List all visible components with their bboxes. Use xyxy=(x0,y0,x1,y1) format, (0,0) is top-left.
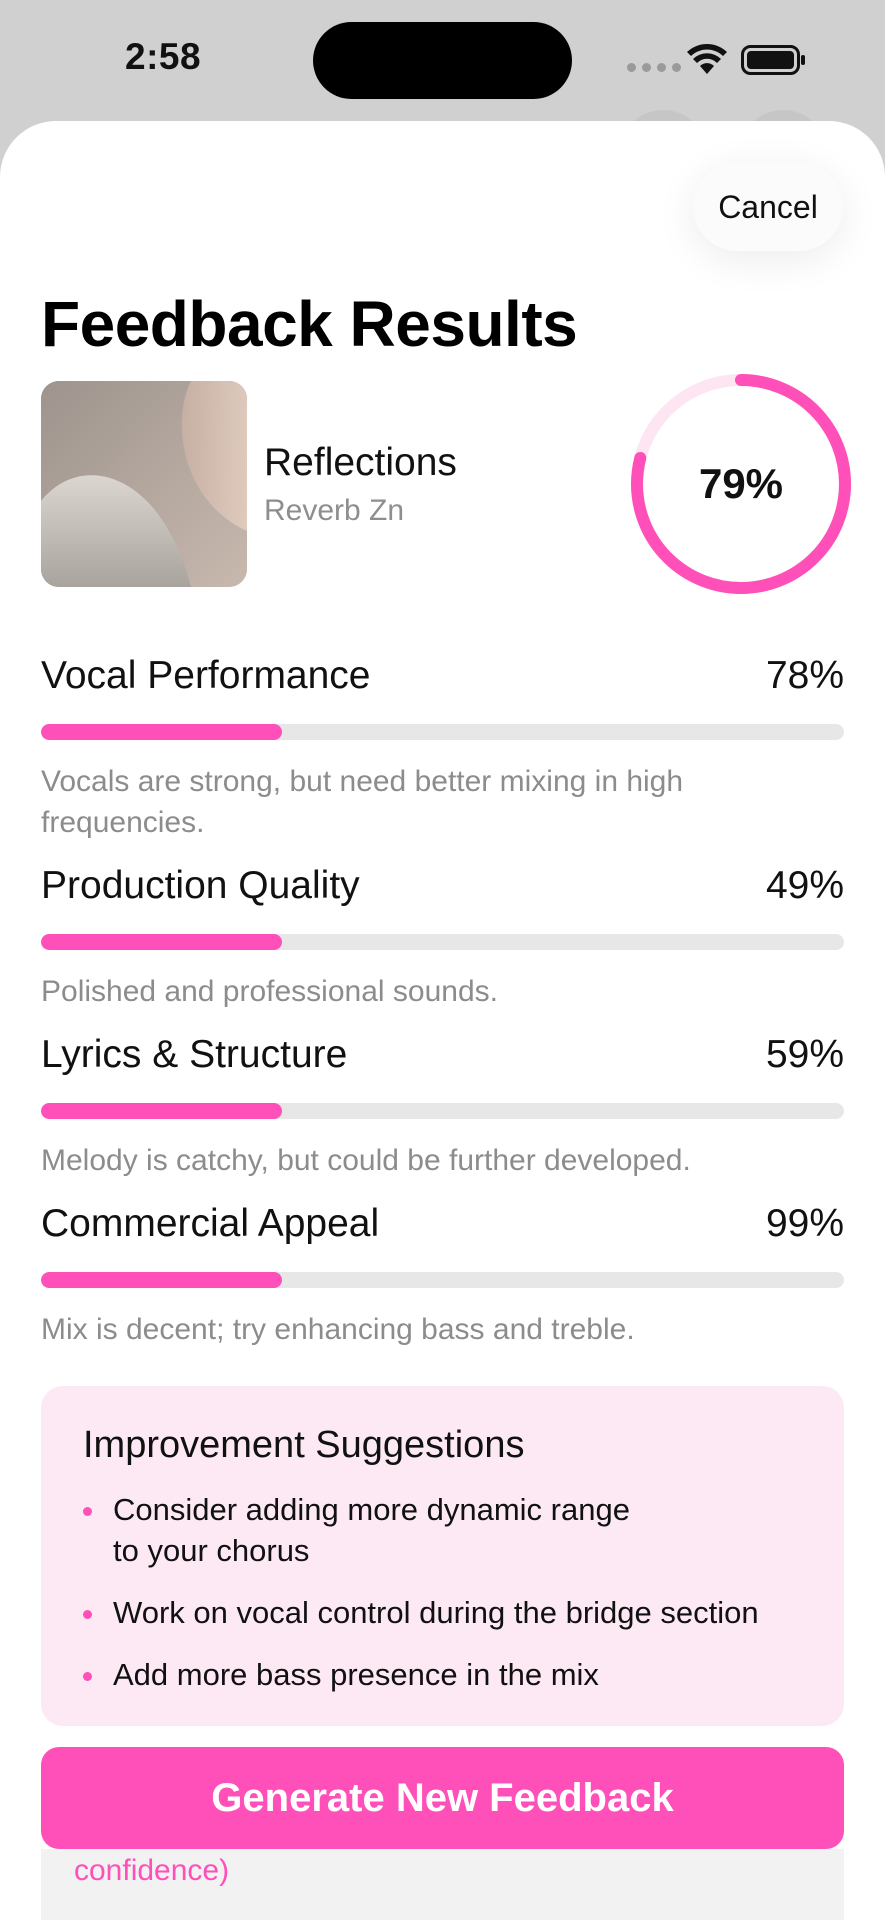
suggestion-item: Add more bass presence in the mix xyxy=(83,1654,803,1695)
track-artist: Reverb Zn xyxy=(264,494,405,527)
partially-visible-text: confidence) xyxy=(74,1854,230,1887)
metric-label: Production Quality xyxy=(41,864,360,907)
metric-label: Vocal Performance xyxy=(41,654,371,697)
status-bar: 2:58 xyxy=(0,0,885,115)
metric-description: Polished and professional sounds. xyxy=(41,975,498,1008)
metric-label: Commercial Appeal xyxy=(41,1202,380,1245)
bullet-icon xyxy=(83,1672,92,1681)
metric-progress-bar xyxy=(41,934,844,950)
metric-progress-bar xyxy=(41,1272,844,1288)
metric-progress-fill xyxy=(41,934,282,950)
metric-value: 59% xyxy=(765,1033,844,1076)
metric-value: 99% xyxy=(765,1202,844,1245)
cancel-button[interactable]: Cancel xyxy=(693,163,843,251)
cellular-signal-icon xyxy=(627,63,681,72)
overall-score: 79% xyxy=(698,460,784,507)
metric-label: Lyrics & Structure xyxy=(41,1033,348,1076)
suggestion-text: Add more bass presence in the mix xyxy=(113,1657,599,1692)
metric-progress-fill xyxy=(41,1272,282,1288)
track-title: Reflections xyxy=(264,441,457,484)
metric-description: Melody is catchy, but could be further d… xyxy=(41,1144,691,1177)
improvement-suggestions-card: Improvement Suggestions Consider adding … xyxy=(41,1386,844,1726)
page-title: Feedback Results xyxy=(41,288,578,360)
suggestions-title: Improvement Suggestions xyxy=(83,1424,525,1466)
metric-progress-bar xyxy=(41,1103,844,1119)
metric-progress-bar xyxy=(41,724,844,740)
metric-description: Mix is decent; try enhancing bass and tr… xyxy=(41,1313,635,1346)
wifi-icon xyxy=(687,44,727,74)
suggestion-text: Work on vocal control during the bridge … xyxy=(113,1595,759,1630)
suggestion-item: Work on vocal control during the bridge … xyxy=(83,1592,803,1633)
feedback-sheet: Cancel Feedback Results Reflections Reve… xyxy=(0,121,885,1920)
metric-description: Vocals are strong, but need better mixin… xyxy=(41,765,684,839)
dynamic-island xyxy=(313,22,572,99)
bullet-icon xyxy=(83,1507,92,1516)
suggestion-item: Consider adding more dynamic range to yo… xyxy=(83,1489,643,1571)
bullet-icon xyxy=(83,1610,92,1619)
battery-icon xyxy=(741,45,805,75)
metric-progress-fill xyxy=(41,724,282,740)
status-time: 2:58 xyxy=(125,36,202,77)
metric-value: 78% xyxy=(765,654,844,697)
metric-progress-fill xyxy=(41,1103,282,1119)
album-art xyxy=(41,381,247,587)
suggestion-text: Consider adding more dynamic range to yo… xyxy=(113,1492,630,1568)
screen: 2:58 Cancel Feedback Results Reflections… xyxy=(0,0,885,1920)
metric-value: 49% xyxy=(765,864,844,907)
generate-new-feedback-button[interactable]: Generate New Feedback xyxy=(41,1747,844,1849)
